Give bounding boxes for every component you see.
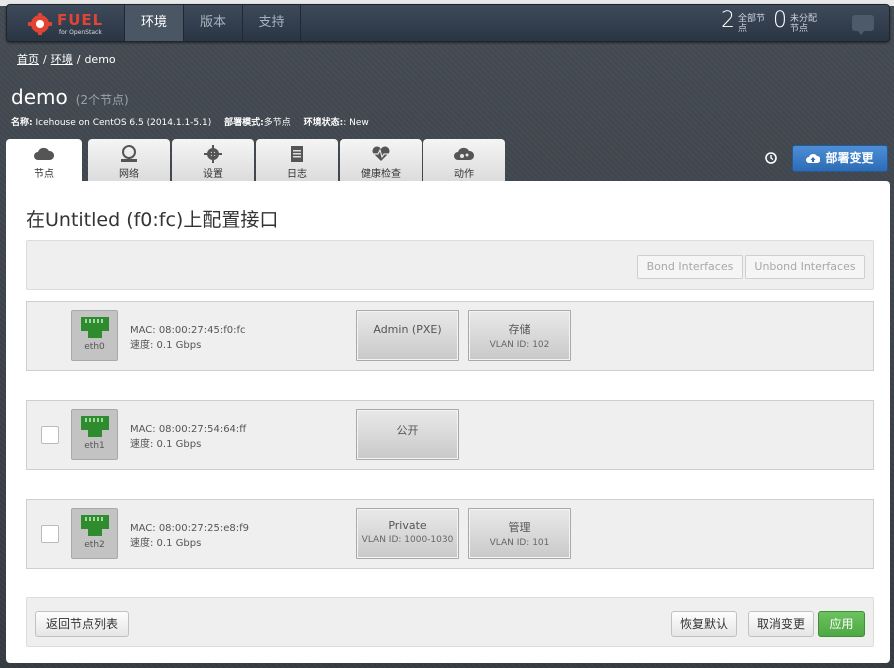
- bond-interfaces-button[interactable]: Bond Interfaces: [637, 255, 743, 279]
- ethernet-port-icon: [80, 317, 109, 338]
- heartbeat-icon: [372, 146, 390, 161]
- env-name: demo: [11, 85, 68, 109]
- network-name: 管理: [508, 521, 531, 534]
- network-vlan: VLAN ID: 102: [489, 340, 550, 350]
- network-icon: [121, 145, 137, 162]
- fuel-logo[interactable]: FUEL for OpenStack: [27, 10, 127, 38]
- breadcrumb-home[interactable]: 首页: [17, 53, 39, 66]
- nav-tab-support[interactable]: 支持: [242, 5, 301, 41]
- tab-label: 动作: [454, 169, 474, 180]
- network-name: Admin (PXE): [373, 323, 442, 336]
- network-vlan: VLAN ID: 1000-1030: [361, 535, 454, 545]
- tab-actions[interactable]: 动作: [423, 139, 505, 181]
- stat-total-label: 全部节点: [738, 14, 766, 34]
- logo-subtext: for OpenStack: [59, 29, 102, 36]
- stat-unallocated-label: 未分配节点: [790, 14, 818, 34]
- logo-text: FUEL: [57, 11, 104, 29]
- env-info-mode-label: 部署模式:: [224, 118, 264, 128]
- interface-details: MAC: 08:00:27:25:e8:f9 速度: 0.1 Gbps: [130, 521, 249, 551]
- interface-details: MAC: 08:00:27:45:f0:fc 速度: 0.1 Gbps: [130, 323, 245, 353]
- unbond-interfaces-button[interactable]: Unbond Interfaces: [745, 255, 865, 279]
- cancel-changes-button[interactable]: 取消变更: [748, 611, 814, 637]
- interface-row-eth1: eth1 MAC: 08:00:27:54:64:ff 速度: 0.1 Gbps…: [26, 400, 874, 470]
- gear-icon: [204, 145, 222, 163]
- page-title: 在Untitled (f0:fc)上配置接口: [26, 209, 279, 231]
- tab-nodes[interactable]: 节点: [6, 139, 82, 183]
- tab-logs[interactable]: 日志: [256, 139, 338, 181]
- interface-checkbox-eth2[interactable]: [41, 525, 59, 543]
- nav-tab-environments[interactable]: 环境: [124, 5, 183, 41]
- breadcrumb-current: demo: [84, 53, 116, 66]
- ethernet-port-icon: [80, 416, 109, 437]
- network-block-public[interactable]: 公开: [356, 409, 459, 460]
- interface-name: eth0: [84, 342, 105, 352]
- interface-mac: MAC: 08:00:27:54:64:ff: [130, 424, 247, 435]
- env-node-count: (2个节点): [75, 93, 129, 107]
- interface-port-eth0: eth0: [71, 310, 118, 361]
- env-info-name-label: 名称:: [11, 118, 33, 128]
- interface-port-eth2: eth2: [71, 508, 118, 559]
- network-vlan: VLAN ID: 101: [489, 538, 550, 548]
- stat-unallocated-nodes: 0 未分配节点: [773, 8, 817, 34]
- network-block-admin[interactable]: Admin (PXE): [356, 310, 459, 361]
- tab-settings[interactable]: 设置: [172, 139, 254, 181]
- cloud-icon: [34, 147, 55, 160]
- footer-toolbar: 返回节点列表 恢复默认 取消变更 应用: [26, 597, 874, 647]
- stat-total-nodes: 2 全部节点: [721, 8, 765, 34]
- env-info: 名称: Icehouse on CentOS 6.5 (2014.1.1-5.1…: [11, 115, 369, 128]
- cloud-gears-icon: [454, 147, 475, 160]
- deploy-label: 部署变更: [825, 151, 874, 165]
- tab-label: 健康检查: [361, 169, 401, 180]
- load-defaults-button[interactable]: 恢复默认: [671, 611, 737, 637]
- env-info-name-value: Icehouse on CentOS 6.5 (2014.1.1-5.1): [35, 118, 212, 128]
- network-block-private[interactable]: Private VLAN ID: 1000-1030: [356, 508, 459, 559]
- bond-toolbar: Bond Interfaces Unbond Interfaces: [26, 240, 874, 290]
- interface-speed: 速度: 0.1 Gbps: [130, 538, 202, 549]
- interface-name: eth2: [84, 540, 105, 550]
- interface-checkbox-eth1[interactable]: [41, 426, 59, 444]
- interface-mac: MAC: 08:00:27:45:f0:fc: [130, 325, 246, 336]
- breadcrumb-environments[interactable]: 环境: [51, 53, 73, 66]
- nav-tab-releases[interactable]: 版本: [183, 5, 242, 41]
- network-name: Private: [388, 519, 427, 532]
- tab-network[interactable]: 网络: [88, 139, 170, 181]
- stat-total-value: 2: [721, 8, 735, 33]
- interface-port-eth1: eth1: [71, 409, 118, 460]
- apply-button[interactable]: 应用: [818, 611, 865, 637]
- clipboard-icon: [291, 146, 303, 162]
- interface-details: MAC: 08:00:27:54:64:ff 速度: 0.1 Gbps: [130, 422, 246, 452]
- deploy-changes-button[interactable]: 部署变更: [792, 145, 888, 172]
- env-info-status-value: : New: [343, 118, 369, 128]
- tab-label: 网络: [119, 169, 139, 180]
- interface-row-eth2: eth2 MAC: 08:00:27:25:e8:f9 速度: 0.1 Gbps…: [26, 499, 874, 569]
- tab-label: 设置: [203, 169, 223, 180]
- breadcrumb: 首页 / 环境 / demo: [17, 53, 116, 66]
- interface-row-eth0: eth0 MAC: 08:00:27:45:f0:fc 速度: 0.1 Gbps…: [26, 301, 874, 371]
- notifications-icon[interactable]: [852, 15, 874, 35]
- top-navbar: FUEL for OpenStack 环境 版本 支持 2 全部节点 0 未分配…: [6, 4, 890, 42]
- interface-name: eth1: [84, 441, 105, 451]
- tab-health-check[interactable]: 健康检查: [340, 139, 422, 181]
- history-icon[interactable]: [764, 151, 778, 165]
- env-info-mode-value: 多节点: [263, 118, 291, 128]
- ethernet-port-icon: [80, 515, 109, 536]
- main-panel: 在Untitled (f0:fc)上配置接口 Bond Interfaces U…: [6, 181, 890, 663]
- network-block-management[interactable]: 管理 VLAN ID: 101: [468, 508, 571, 559]
- tab-label: 日志: [287, 169, 307, 180]
- env-title: demo (2个节点): [11, 85, 129, 109]
- network-name: 公开: [396, 424, 419, 437]
- cloud-upload-icon: [806, 154, 821, 163]
- stat-unallocated-value: 0: [773, 8, 787, 33]
- fuel-logo-icon: [28, 13, 52, 35]
- network-name: 存储: [508, 323, 531, 336]
- env-info-status-label: 环境状态:: [303, 118, 344, 128]
- network-block-storage[interactable]: 存储 VLAN ID: 102: [468, 310, 571, 361]
- interface-mac: MAC: 08:00:27:25:e8:f9: [130, 523, 249, 534]
- tab-label: 节点: [34, 169, 54, 180]
- interface-speed: 速度: 0.1 Gbps: [130, 340, 202, 351]
- interface-speed: 速度: 0.1 Gbps: [130, 439, 202, 450]
- back-to-nodes-button[interactable]: 返回节点列表: [35, 611, 129, 637]
